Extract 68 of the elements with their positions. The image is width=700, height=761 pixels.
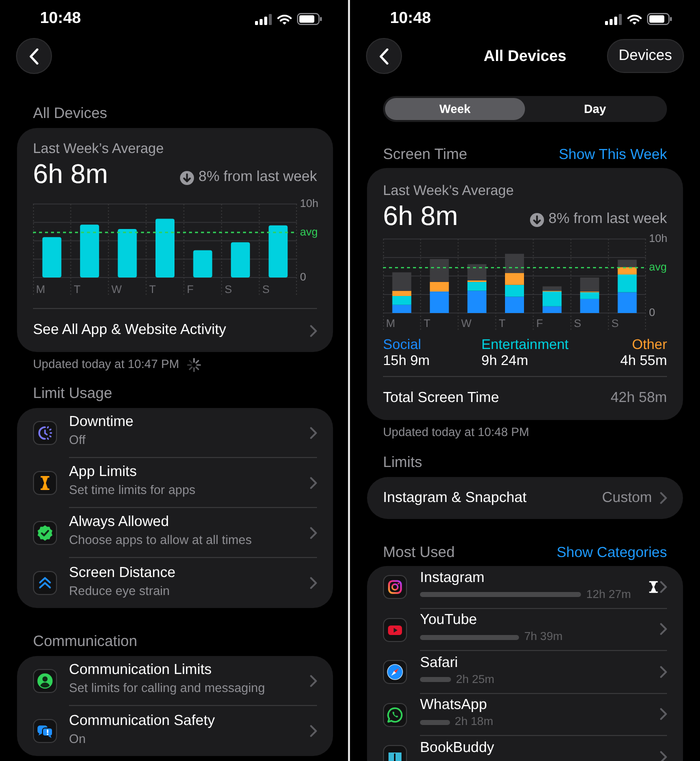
day-label: S [611, 318, 619, 330]
axis-label: 0 [649, 307, 656, 319]
day-label: F [186, 284, 194, 296]
usage-time: 7h 39m [524, 630, 563, 644]
day-label: M [386, 318, 396, 330]
app-name: BookBuddy [420, 740, 494, 758]
row-title: Always Allowed [69, 514, 170, 531]
day-label: T [498, 318, 506, 330]
axis-label: 10h [649, 233, 668, 245]
status-time: 10:48 [390, 9, 431, 29]
legend-value: 4h 55m [620, 352, 667, 368]
axis-label: 0 [300, 272, 306, 284]
section-header: All Devices [32, 105, 108, 123]
day-label: W [461, 318, 472, 330]
usage-time: 12h 27m [586, 588, 631, 602]
updated-note: Updated today at 10:48 PM [382, 425, 530, 440]
legend-label: Social [383, 336, 422, 352]
day-label: T [424, 318, 430, 330]
legend-label: Other [632, 336, 667, 352]
change-text: 8% from last week [548, 211, 667, 228]
day-label: M [36, 284, 46, 296]
app-name: Instagram [420, 570, 486, 587]
day-label: T [149, 284, 156, 296]
day-label: S [262, 284, 270, 296]
total-value: 42h 58m [610, 390, 667, 407]
row-value: Custom [602, 490, 652, 506]
average-value: 6h 8m [33, 159, 108, 190]
legend-label: Entertainment [481, 336, 569, 352]
usage-time: 2h 25m [456, 672, 494, 687]
section-header: Most Used [383, 544, 455, 562]
row-title: App Limits [69, 464, 138, 481]
nav-title: All Devices [484, 46, 566, 66]
row-subtitle: Off [69, 432, 86, 448]
row-subtitle: On [69, 730, 87, 746]
day-label: T [74, 284, 80, 296]
row-subtitle: Set time limits for apps [69, 482, 196, 498]
axis-label: 10h [300, 198, 318, 210]
legend-value: 9h 24m [481, 352, 530, 368]
section-header: Communication [32, 633, 138, 651]
average-value: 6h 8m [383, 201, 458, 232]
row-title: Downtime [69, 414, 134, 431]
day-label: S [224, 284, 232, 296]
total-label: Total Screen Time [383, 390, 500, 407]
day-label: S [574, 318, 582, 330]
legend-value: 15h 9m [383, 352, 430, 368]
average-label: avg [300, 226, 318, 238]
day-label: F [536, 318, 544, 330]
row-title: Instagram & Snapchat [383, 490, 526, 506]
card-label: Last Week’s Average [33, 140, 165, 157]
app-name: YouTube [420, 612, 478, 630]
section-header: Limits [382, 454, 424, 472]
updated-note: Updated today at 10:47 PM [33, 357, 180, 372]
app-name: Safari [420, 654, 459, 672]
row-title: Communication Limits [69, 662, 213, 679]
row-title: Screen Distance [69, 564, 176, 582]
row-subtitle: Choose apps to allow at all times [69, 532, 252, 548]
row-subtitle: Reduce eye strain [69, 582, 171, 598]
change-text: 8% from last week [198, 169, 317, 186]
usage-time: 2h 18m [454, 715, 494, 730]
app-name: WhatsApp [420, 697, 488, 714]
average-label: avg [649, 262, 667, 274]
card-label: Last Week’s Average [383, 182, 515, 199]
status-time: 10:48 [40, 9, 81, 29]
row-title: Communication Safety [69, 712, 215, 730]
row-subtitle: Set limits for calling and messaging [69, 680, 265, 696]
section-header: Screen Time [383, 146, 468, 164]
day-label: W [111, 284, 122, 296]
section-header: Limit Usage [32, 385, 114, 403]
